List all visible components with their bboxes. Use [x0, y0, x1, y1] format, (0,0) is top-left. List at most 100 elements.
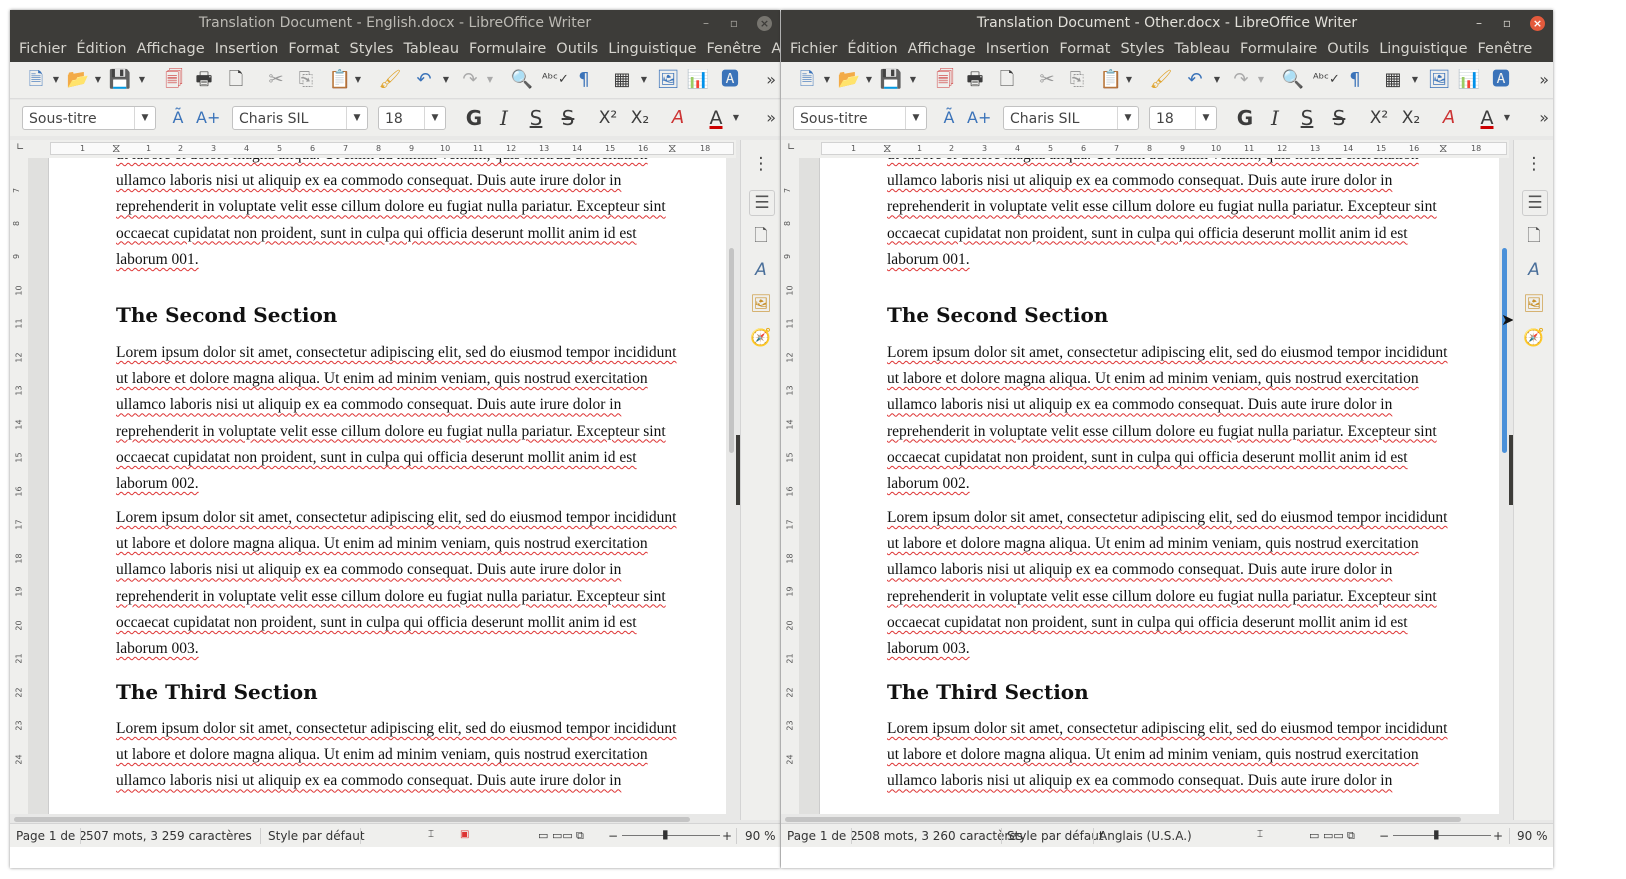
- superscript-icon[interactable]: X²: [1367, 106, 1391, 130]
- paste-icon[interactable]: 📋: [1099, 68, 1123, 92]
- paragraph-3[interactable]: Lorem ipsum dolor sit amet, consectetur …: [887, 505, 1447, 662]
- page-icon[interactable]: 🗋: [1522, 224, 1546, 248]
- paragraph-3[interactable]: Lorem ipsum dolor sit amet, consectetur …: [116, 505, 676, 662]
- hscroll-thumb[interactable]: [785, 817, 1461, 822]
- document-page[interactable]: ut labore et dolore magna aliqua. Ut eni…: [48, 158, 726, 814]
- menu-format[interactable]: Format: [1058, 36, 1111, 62]
- maximize-icon[interactable]: ▫: [724, 10, 744, 36]
- more-tools-icon[interactable]: »: [766, 68, 776, 92]
- insert-textbox-icon[interactable]: 🅰: [718, 68, 742, 92]
- find-replace-icon[interactable]: 🔍: [1281, 68, 1305, 92]
- document-area[interactable]: ut labore et dolore magna aliqua. Ut eni…: [28, 158, 726, 814]
- multi-page-view-icon[interactable]: ▭▭: [1323, 829, 1344, 842]
- hscroll-thumb[interactable]: [14, 817, 690, 822]
- indent-marker-icon[interactable]: ⧖: [112, 141, 120, 156]
- new-style-icon[interactable]: A+: [196, 106, 220, 130]
- print-preview-icon[interactable]: 🗋: [995, 68, 1019, 92]
- clear-formatting-icon[interactable]: A: [666, 106, 690, 130]
- bold-icon[interactable]: G: [462, 106, 486, 130]
- tab-stop-icon[interactable]: ∟: [787, 142, 795, 153]
- zoom-thumb[interactable]: ▮: [662, 827, 669, 841]
- subscript-icon[interactable]: X₂: [1399, 106, 1423, 130]
- paragraph-1[interactable]: ut labore et dolore magna aliqua. Ut eni…: [116, 158, 666, 273]
- menu-affichage[interactable]: Affichage: [907, 36, 977, 62]
- gallery-icon[interactable]: 🖼: [749, 292, 773, 316]
- sidebar-menu-icon[interactable]: ⋮: [1522, 152, 1546, 176]
- menu-aide[interactable]: A: [770, 36, 780, 62]
- italic-icon[interactable]: I: [492, 106, 516, 130]
- copy-icon[interactable]: ⎘: [1065, 68, 1089, 92]
- font-color-dropdown-icon[interactable]: ▼: [1503, 106, 1511, 130]
- menu-fenetre[interactable]: Fenêtre: [706, 36, 763, 62]
- undo-icon[interactable]: ↶: [412, 68, 436, 92]
- find-replace-icon[interactable]: 🔍: [510, 68, 534, 92]
- redo-icon[interactable]: ↷: [1229, 68, 1253, 92]
- chevron-down-icon[interactable]: ▼: [134, 107, 155, 129]
- properties-icon[interactable]: ☰: [1522, 190, 1548, 216]
- font-name-combo[interactable]: Charis SIL ▼: [232, 106, 368, 130]
- book-view-icon[interactable]: ⧉: [1347, 829, 1355, 843]
- clear-formatting-icon[interactable]: A: [1437, 106, 1461, 130]
- sidebar-menu-icon[interactable]: ⋮: [749, 152, 773, 176]
- save-dropdown-icon[interactable]: ▼: [909, 68, 917, 92]
- status-language[interactable]: Anglais (U.S.A.): [1099, 829, 1192, 843]
- minimize-icon[interactable]: –: [696, 10, 716, 36]
- status-zoom[interactable]: 90 %: [745, 829, 776, 843]
- more-formatting-icon[interactable]: »: [766, 106, 776, 130]
- new-document-icon[interactable]: 🗎: [795, 68, 819, 92]
- menu-linguistique[interactable]: Linguistique: [1378, 36, 1468, 62]
- insert-table-icon[interactable]: ▦: [610, 68, 634, 92]
- minimize-icon[interactable]: –: [1469, 10, 1489, 36]
- vertical-scrollbar[interactable]: [1499, 158, 1509, 814]
- section-heading-third[interactable]: The Third Section: [887, 680, 1089, 704]
- right-indent-marker-icon[interactable]: ⧖: [668, 141, 676, 156]
- horizontal-ruler[interactable]: ∟ 1 ⧖ 1 2 3 4 5 6 7 8 9 10 11 12 13 14 1…: [10, 140, 736, 158]
- horizontal-scrollbar[interactable]: [781, 814, 1509, 823]
- open-dropdown-icon[interactable]: ▼: [94, 68, 102, 92]
- print-icon[interactable]: 🖶: [963, 68, 987, 92]
- print-preview-icon[interactable]: 🗋: [224, 68, 248, 92]
- new-dropdown-icon[interactable]: ▼: [52, 68, 60, 92]
- paragraph-style-combo[interactable]: Sous-titre ▼: [793, 106, 927, 130]
- horizontal-ruler[interactable]: ∟ 1 ⧖ 1 2 3 4 5 6 7 8 9 10 11 12 13 14 1…: [781, 140, 1509, 158]
- menu-formulaire[interactable]: Formulaire: [1239, 36, 1318, 62]
- menu-formulaire[interactable]: Formulaire: [468, 36, 547, 62]
- gallery-icon[interactable]: 🖼: [1522, 292, 1546, 316]
- document-area[interactable]: ut labore et dolore magna aliqua. Ut eni…: [799, 158, 1499, 814]
- more-formatting-icon[interactable]: »: [1539, 106, 1549, 130]
- font-color-icon[interactable]: A: [1475, 106, 1499, 130]
- redo-icon[interactable]: ↷: [458, 68, 482, 92]
- new-document-icon[interactable]: 🗎: [24, 68, 48, 92]
- selection-mode-icon[interactable]: ⌶: [428, 829, 434, 840]
- menu-format[interactable]: Format: [287, 36, 340, 62]
- insert-textbox-icon[interactable]: 🅰: [1489, 68, 1513, 92]
- chevron-down-icon[interactable]: ▼: [905, 107, 926, 129]
- navigator-icon[interactable]: 🧭: [1522, 326, 1546, 350]
- cut-icon[interactable]: ✂: [264, 68, 288, 92]
- section-heading-second[interactable]: The Second Section: [887, 303, 1108, 327]
- save-dropdown-icon[interactable]: ▼: [138, 68, 146, 92]
- clone-formatting-icon[interactable]: 🖌: [378, 68, 402, 92]
- menu-edition[interactable]: Édition: [75, 36, 127, 62]
- menu-insertion[interactable]: Insertion: [214, 36, 280, 62]
- menu-tableau[interactable]: Tableau: [1173, 36, 1231, 62]
- vertical-scrollbar[interactable]: [726, 158, 736, 814]
- styles-icon[interactable]: A: [1522, 258, 1546, 282]
- scrollbar-thumb[interactable]: [1502, 248, 1507, 453]
- font-size-combo[interactable]: 18 ▼: [1149, 106, 1217, 130]
- bold-icon[interactable]: G: [1233, 106, 1257, 130]
- menu-insertion[interactable]: Insertion: [985, 36, 1051, 62]
- strikethrough-icon[interactable]: S: [1327, 106, 1351, 130]
- clone-formatting-icon[interactable]: 🖌: [1149, 68, 1173, 92]
- insert-image-icon[interactable]: 🖼: [1427, 68, 1451, 92]
- new-style-icon[interactable]: A+: [967, 106, 991, 130]
- navigator-icon[interactable]: 🧭: [749, 326, 773, 350]
- status-zoom[interactable]: 90 %: [1517, 829, 1548, 843]
- save-icon[interactable]: 💾: [108, 68, 132, 92]
- zoom-out-icon[interactable]: −: [1379, 829, 1389, 843]
- redo-dropdown-icon[interactable]: ▼: [1257, 68, 1265, 92]
- paragraph-2[interactable]: Lorem ipsum dolor sit amet, consectetur …: [116, 340, 676, 497]
- open-dropdown-icon[interactable]: ▼: [865, 68, 873, 92]
- section-heading-second[interactable]: The Second Section: [116, 303, 337, 327]
- menu-edition[interactable]: Édition: [846, 36, 898, 62]
